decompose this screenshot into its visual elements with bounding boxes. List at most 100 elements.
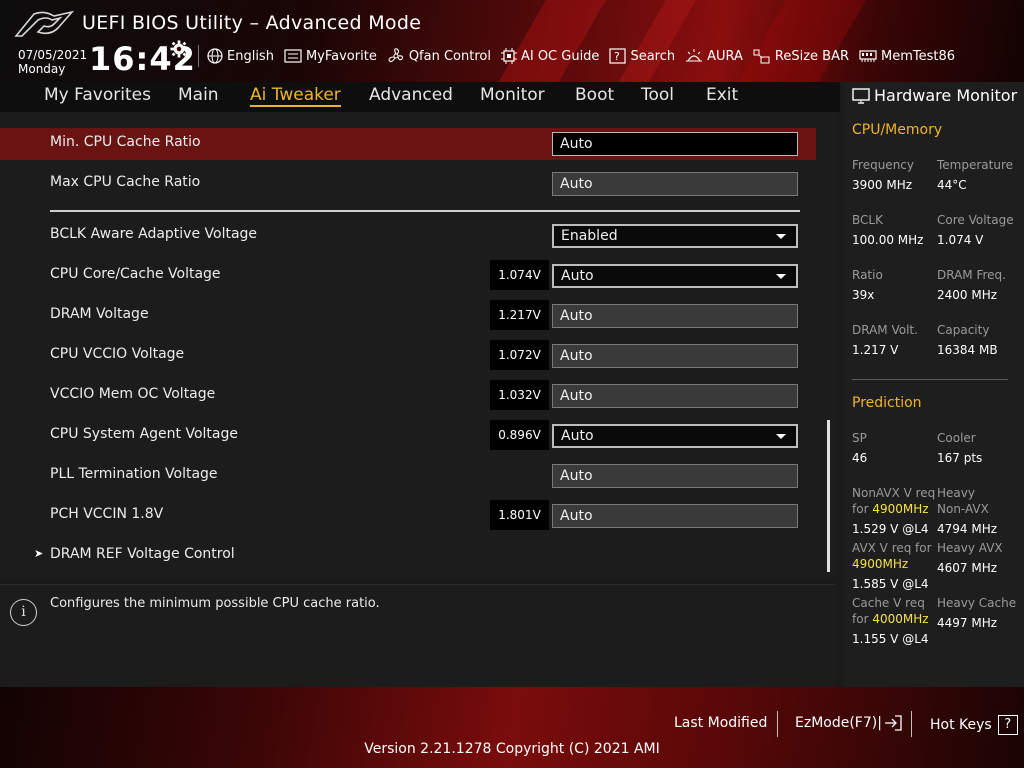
dram-volt-value: 1.217 V	[852, 343, 899, 357]
search-help-icon: ?	[609, 48, 627, 64]
cache-value: 1.155 V @L4	[852, 632, 929, 646]
hardware-monitor-panel: Hardware Monitor CPU/Memory Frequency 39…	[844, 82, 1024, 687]
tab-monitor[interactable]: Monitor	[480, 85, 545, 105]
cpu-system-agent-voltage-dropdown[interactable]: Auto	[552, 424, 798, 448]
tab-my-favorites[interactable]: My Favorites	[44, 85, 151, 105]
monitor-icon	[852, 87, 870, 104]
tab-main[interactable]: Main	[178, 85, 219, 105]
caret-down-icon	[776, 274, 786, 279]
fan-icon	[388, 48, 403, 63]
voltage-readout: 1.801V	[490, 500, 549, 530]
avx-req-label: AVX V req	[852, 541, 912, 555]
qfan-control-button[interactable]: Qfan Control	[387, 47, 491, 65]
vccio-mem-oc-voltage-input[interactable]: Auto	[552, 384, 798, 408]
temperature-value: 44°C	[937, 178, 967, 192]
setting-label: Min. CPU Cache Ratio	[50, 134, 201, 150]
language-button[interactable]: English	[207, 48, 274, 64]
footer-bar: Last Modified EzMode(F7)| Hot Keys ? Ver…	[0, 687, 1024, 768]
info-icon: i	[10, 599, 37, 626]
frequency-label: Frequency	[852, 158, 914, 172]
setting-label: DRAM Voltage	[50, 306, 149, 322]
cache-req-label: Cache V req	[852, 596, 925, 610]
myfavorite-button[interactable]: MyFavorite	[284, 49, 377, 64]
setting-label: VCCIO Mem OC Voltage	[50, 386, 216, 402]
search-button[interactable]: ? Search	[609, 48, 675, 64]
setting-label: BCLK Aware Adaptive Voltage	[50, 226, 258, 242]
search-label: Search	[630, 48, 676, 64]
core-voltage-label: Core Voltage	[937, 213, 1014, 227]
favorite-icon	[284, 49, 302, 63]
dram-freq-label: DRAM Freq.	[937, 268, 1006, 282]
dram-freq-value: 2400 MHz	[937, 288, 998, 302]
frequency-value: 3900 MHz	[852, 178, 913, 192]
ai-oc-guide-button[interactable]: AI OC Guide	[500, 48, 600, 64]
bclk-value: 100.00 MHz	[852, 233, 924, 247]
setting-row-cpu-vccio-voltage[interactable]: CPU VCCIO Voltage 1.072V Auto	[0, 340, 816, 372]
voltage-readout: 1.032V	[490, 380, 549, 410]
dram-volt-label: DRAM Volt.	[852, 323, 918, 337]
sp-label: SP	[852, 431, 867, 445]
min-cpu-cache-ratio-input[interactable]: Auto	[552, 132, 798, 156]
setting-row-pch-vccin-1-8v[interactable]: PCH VCCIN 1.8V 1.801V Auto	[0, 500, 816, 532]
setting-row-cpu-core-cache-voltage[interactable]: CPU Core/Cache Voltage 1.074V Auto	[0, 260, 816, 292]
setting-row-min-cpu-cache-ratio[interactable]: Min. CPU Cache Ratio Auto	[0, 128, 816, 160]
tab-tool[interactable]: Tool	[641, 85, 674, 105]
ratio-value: 39x	[852, 288, 875, 302]
setting-row-pll-termination-voltage[interactable]: PLL Termination Voltage Auto	[0, 460, 816, 492]
setting-label: PCH VCCIN 1.8V	[50, 506, 164, 522]
header-decoration	[728, 0, 872, 82]
avx-value: 1.585 V @L4	[852, 577, 929, 591]
capacity-value: 16384 MB	[937, 343, 998, 357]
hot-keys-label: Hot Keys	[930, 717, 992, 733]
pch-vccin-input[interactable]: Auto	[552, 504, 798, 528]
footer-divider	[777, 711, 778, 737]
bclk-aware-adaptive-voltage-dropdown[interactable]: Enabled	[552, 224, 798, 248]
hot-keys-button[interactable]: Hot Keys ?	[930, 715, 1018, 735]
ai-oc-guide-label: AI OC Guide	[520, 48, 600, 64]
day-text: Monday	[18, 62, 66, 76]
ezmode-button[interactable]: EzMode(F7)|	[795, 715, 902, 731]
dropdown-value: Enabled	[561, 228, 618, 244]
aura-button[interactable]: AURA	[685, 48, 743, 64]
gear-icon[interactable]	[170, 40, 188, 58]
memtest-button[interactable]: MemTest86	[859, 49, 955, 64]
setting-row-vccio-mem-oc-voltage[interactable]: VCCIO Mem OC Voltage 1.032V Auto	[0, 380, 816, 412]
help-key-icon: ?	[997, 715, 1018, 735]
voltage-readout: 1.074V	[490, 260, 549, 290]
help-panel: i Configures the minimum possible CPU ca…	[0, 584, 836, 687]
setting-label: PLL Termination Voltage	[50, 466, 218, 482]
nonavx-value: 1.529 V @L4	[852, 522, 929, 536]
max-cpu-cache-ratio-input[interactable]: Auto	[552, 172, 798, 196]
cache-freq: 4000MHz	[872, 612, 929, 626]
resize-bar-button[interactable]: ReSize BAR	[753, 48, 849, 64]
pll-termination-voltage-input[interactable]: Auto	[552, 464, 798, 488]
toolbar-divider	[198, 45, 199, 67]
setting-row-bclk-aware-adaptive-voltage[interactable]: BCLK Aware Adaptive Voltage Enabled	[0, 220, 816, 252]
nonavx-req-label: NonAVX V req	[852, 486, 936, 500]
setting-row-max-cpu-cache-ratio[interactable]: Max CPU Cache Ratio Auto	[0, 168, 816, 200]
heavy-cache-label: Heavy Cache	[937, 596, 1017, 610]
tab-advanced[interactable]: Advanced	[369, 85, 453, 105]
submenu-dram-ref-voltage-control[interactable]: ➤ DRAM REF Voltage Control	[0, 540, 816, 572]
cpu-vccio-voltage-input[interactable]: Auto	[552, 344, 798, 368]
tab-ai-tweaker[interactable]: Ai Tweaker	[250, 85, 341, 107]
dram-voltage-input[interactable]: Auto	[552, 304, 798, 328]
scrollbar[interactable]	[827, 420, 830, 572]
header-decoration	[608, 0, 702, 82]
cpu-core-cache-voltage-dropdown[interactable]: Auto	[552, 264, 798, 288]
submenu-arrow-icon: ➤	[34, 547, 44, 560]
memtest-icon	[859, 50, 877, 62]
svg-text:?: ?	[614, 50, 620, 63]
tab-exit[interactable]: Exit	[706, 85, 738, 105]
cooler-label: Cooler	[937, 431, 976, 445]
last-modified-button[interactable]: Last Modified	[674, 715, 767, 731]
tab-boot[interactable]: Boot	[575, 85, 614, 105]
setting-row-cpu-system-agent-voltage[interactable]: CPU System Agent Voltage 0.896V Auto	[0, 420, 816, 452]
ratio-label: Ratio	[852, 268, 883, 282]
hardware-monitor-title: Hardware Monitor	[852, 86, 1017, 105]
setting-row-dram-voltage[interactable]: DRAM Voltage 1.217V Auto	[0, 300, 816, 332]
rog-logo-icon	[14, 10, 74, 37]
setting-label: Max CPU Cache Ratio	[50, 174, 201, 190]
heavy-nonavx-label-1: Heavy	[937, 486, 975, 500]
cache-for-line: for 4000MHz	[852, 612, 929, 626]
